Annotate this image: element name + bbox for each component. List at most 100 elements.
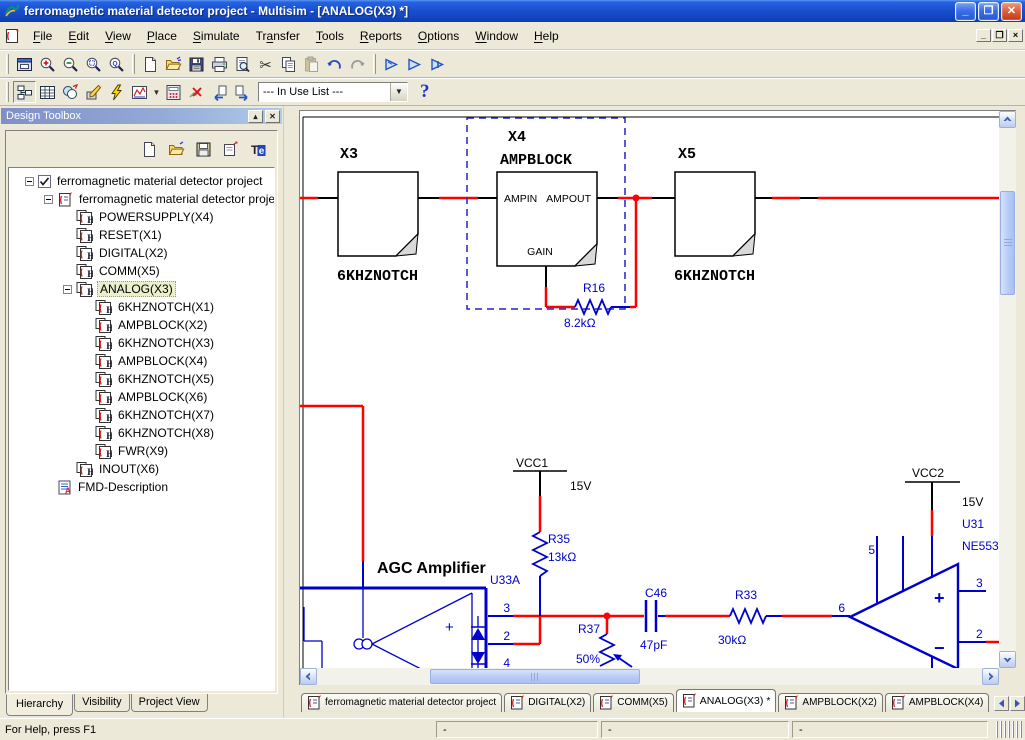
tree-item-ampblock-x6-[interactable]: HAMPBLOCK(X6) xyxy=(9,388,274,406)
tree-item-label[interactable]: 6KHZNOTCH(X7) xyxy=(116,408,216,422)
tree-item-label[interactable]: FMD-Description xyxy=(76,480,170,494)
tree-item-6khznotch-x8-[interactable]: H6KHZNOTCH(X8) xyxy=(9,424,274,442)
menu-file[interactable]: File xyxy=(25,26,60,46)
hierarchy-toggle-button[interactable] xyxy=(13,81,36,103)
tree-item-6khznotch-x1-[interactable]: H6KHZNOTCH(X1) xyxy=(9,298,274,316)
tree-item-label[interactable]: RESET(X1) xyxy=(97,228,164,242)
mdi-close-button[interactable]: × xyxy=(1008,29,1023,42)
block-x4[interactable]: X4 AMPBLOCK AMPIN AMPOUT GAIN xyxy=(497,129,597,266)
component-r33[interactable]: R33 30kΩ xyxy=(665,588,850,647)
tree-expander-icon[interactable] xyxy=(44,195,53,204)
tree-item-label[interactable]: 6KHZNOTCH(X3) xyxy=(116,336,216,350)
cut-button[interactable]: ✂ xyxy=(254,53,277,75)
dt-save-button[interactable] xyxy=(193,139,213,159)
tree-item-ampblock-x4-[interactable]: HAMPBLOCK(X4) xyxy=(9,352,274,370)
fullscreen-button[interactable] xyxy=(13,53,36,75)
erc-check-button[interactable] xyxy=(185,81,208,103)
sheet-nav-button-1[interactable] xyxy=(380,53,403,75)
sheet-tab-analog-x3-[interactable]: ANALOG(X3) * xyxy=(676,689,777,712)
status-resize-grip[interactable] xyxy=(996,721,1022,738)
tree-item-6khznotch-x5-[interactable]: H6KHZNOTCH(X5) xyxy=(9,370,274,388)
in-use-list-combobox[interactable]: --- In Use List --- ▼ xyxy=(258,82,408,102)
tab-scroll-right-button[interactable] xyxy=(1010,696,1025,711)
tab-visibility[interactable]: Visibility xyxy=(74,694,130,712)
simulate-button[interactable] xyxy=(105,81,128,103)
sheet-nav-button-2[interactable] xyxy=(403,53,426,75)
print-preview-button[interactable] xyxy=(231,53,254,75)
sheet-nav-button-3[interactable] xyxy=(426,53,449,75)
restore-button[interactable]: ❐ xyxy=(978,2,999,21)
tree-item-analog-x3-[interactable]: HANALOG(X3) xyxy=(9,280,274,298)
opamp-u31[interactable]: 6 5 + − 3 2 U31 xyxy=(838,517,999,668)
menu-transfer[interactable]: Transfer xyxy=(248,26,308,46)
tree-item-label[interactable]: DIGITAL(X2) xyxy=(97,246,169,260)
tree-item-label[interactable]: AMPBLOCK(X4) xyxy=(116,354,209,368)
panel-splitter[interactable] xyxy=(284,106,299,718)
tree-item-label[interactable]: AMPBLOCK(X6) xyxy=(116,390,209,404)
undo-button[interactable] xyxy=(323,53,346,75)
tree-expander-icon[interactable] xyxy=(63,285,72,294)
menu-edit[interactable]: Edit xyxy=(60,26,97,46)
help-button[interactable]: ? xyxy=(412,81,438,103)
scroll-up-button[interactable] xyxy=(999,111,1016,128)
component-vcc1[interactable]: VCC1 15V xyxy=(513,456,591,496)
close-button[interactable]: ✕ xyxy=(1001,2,1022,21)
tree-item-label[interactable]: POWERSUPPLY(X4) xyxy=(97,210,215,224)
menu-help[interactable]: Help xyxy=(526,26,567,46)
menu-place[interactable]: Place xyxy=(139,26,185,46)
component-c46[interactable]: C46 47pF xyxy=(607,586,667,652)
component-wizard-button[interactable] xyxy=(82,81,105,103)
tab-hierarchy[interactable]: Hierarchy xyxy=(6,694,73,716)
horizontal-scrollbar[interactable] xyxy=(299,668,999,685)
menu-reports[interactable]: Reports xyxy=(352,26,410,46)
new-button[interactable] xyxy=(139,53,162,75)
zoom-area-button[interactable] xyxy=(82,53,105,75)
tree-item-label[interactable]: FWR(X9) xyxy=(116,444,170,458)
tree-item-6khznotch-x7-[interactable]: H6KHZNOTCH(X7) xyxy=(9,406,274,424)
tree-item-powersupply-x4-[interactable]: HPOWERSUPPLY(X4) xyxy=(9,208,274,226)
dt-close-sheet-button[interactable] xyxy=(220,139,240,159)
minimize-button[interactable]: _ xyxy=(955,2,976,21)
menu-options[interactable]: Options xyxy=(410,26,467,46)
analysis-button[interactable] xyxy=(128,81,151,103)
tree-item-label[interactable]: AMPBLOCK(X2) xyxy=(116,318,209,332)
scroll-right-button[interactable] xyxy=(982,668,999,685)
dt-rename-button[interactable]: Te xyxy=(247,139,267,159)
sheet-tab-ampblock-x2-[interactable]: AMPBLOCK(X2) xyxy=(778,693,882,712)
database-button[interactable] xyxy=(59,81,82,103)
tree-item-digital-x2-[interactable]: HDIGITAL(X2) xyxy=(9,244,274,262)
save-button[interactable] xyxy=(185,53,208,75)
tree-item-ampblock-x2-[interactable]: HAMPBLOCK(X2) xyxy=(9,316,274,334)
tree-expander-icon[interactable] xyxy=(25,177,34,186)
dt-open-button[interactable] xyxy=(166,139,186,159)
tree-item-label[interactable]: 6KHZNOTCH(X5) xyxy=(116,372,216,386)
sheet-tab-ferromagnetic-material-detector-project[interactable]: ferromagnetic material detector project xyxy=(301,693,502,712)
menu-view[interactable]: View xyxy=(97,26,139,46)
sheet-tab-comm-x5-[interactable]: COMM(X5) xyxy=(593,693,674,712)
tree-item-label[interactable]: COMM(X5) xyxy=(97,264,162,278)
horizontal-scroll-thumb[interactable] xyxy=(430,669,640,684)
print-button[interactable] xyxy=(208,53,231,75)
mdi-minimize-button[interactable]: _ xyxy=(976,29,991,42)
mdi-restore-button[interactable]: ❐ xyxy=(992,29,1007,42)
panel-minimize-button[interactable]: ▴ xyxy=(248,110,263,123)
tree-item-fwr-x9-[interactable]: HFWR(X9) xyxy=(9,442,274,460)
tree-item-ferromagnetic-material-detector-project[interactable]: ferromagnetic material detector project xyxy=(9,190,274,208)
tree-item-reset-x1-[interactable]: HRESET(X1) xyxy=(9,226,274,244)
sheet-tab-ampblock-x4-[interactable]: AMPBLOCK(X4) xyxy=(885,693,989,712)
zoom-full-button[interactable]: Q xyxy=(105,53,128,75)
back-annotate-button[interactable] xyxy=(208,81,231,103)
toolbar-grip[interactable] xyxy=(6,54,9,74)
zoom-in-button[interactable] xyxy=(36,53,59,75)
combo-dropdown-button[interactable]: ▼ xyxy=(390,83,407,101)
postprocessor-button[interactable] xyxy=(162,81,185,103)
forward-annotate-button[interactable] xyxy=(231,81,254,103)
menu-simulate[interactable]: Simulate xyxy=(185,26,248,46)
menu-tools[interactable]: Tools xyxy=(308,26,352,46)
tree-item-label[interactable]: ANALOG(X3) xyxy=(97,281,176,297)
copy-button[interactable] xyxy=(277,53,300,75)
block-x3[interactable]: X3 6KHZNOTCH xyxy=(337,146,418,285)
analysis-dropdown-arrow[interactable]: ▼ xyxy=(151,81,162,103)
vertical-scrollbar[interactable] xyxy=(999,110,1016,668)
tree-item-label[interactable]: ferromagnetic material detector project xyxy=(55,174,264,188)
